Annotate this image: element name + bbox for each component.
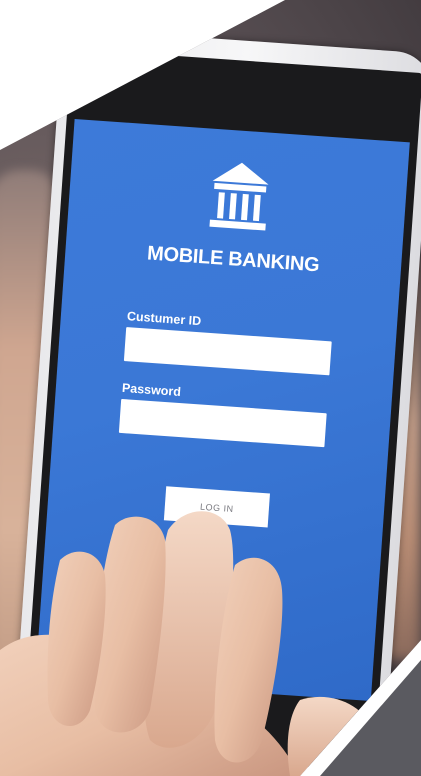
photo-scene: MOBILE BANKING Custumer ID Password LOG …: [0, 0, 421, 776]
login-button[interactable]: LOG IN: [163, 486, 270, 528]
phone-photo: MOBILE BANKING Custumer ID Password LOG …: [0, 0, 421, 776]
customer-id-label: Custumer ID: [126, 309, 202, 329]
password-input[interactable]: [118, 398, 327, 448]
bank-building-icon: [209, 162, 269, 231]
home-button: [166, 759, 217, 776]
customer-id-input[interactable]: [123, 327, 332, 376]
app-title: MOBILE BANKING: [146, 242, 321, 277]
smartphone: MOBILE BANKING Custumer ID Password LOG …: [9, 27, 421, 776]
password-label: Password: [121, 380, 182, 400]
phone-bezel: MOBILE BANKING Custumer ID Password LOG …: [22, 48, 421, 772]
phone-screen: MOBILE BANKING Custumer ID Password LOG …: [35, 118, 410, 702]
